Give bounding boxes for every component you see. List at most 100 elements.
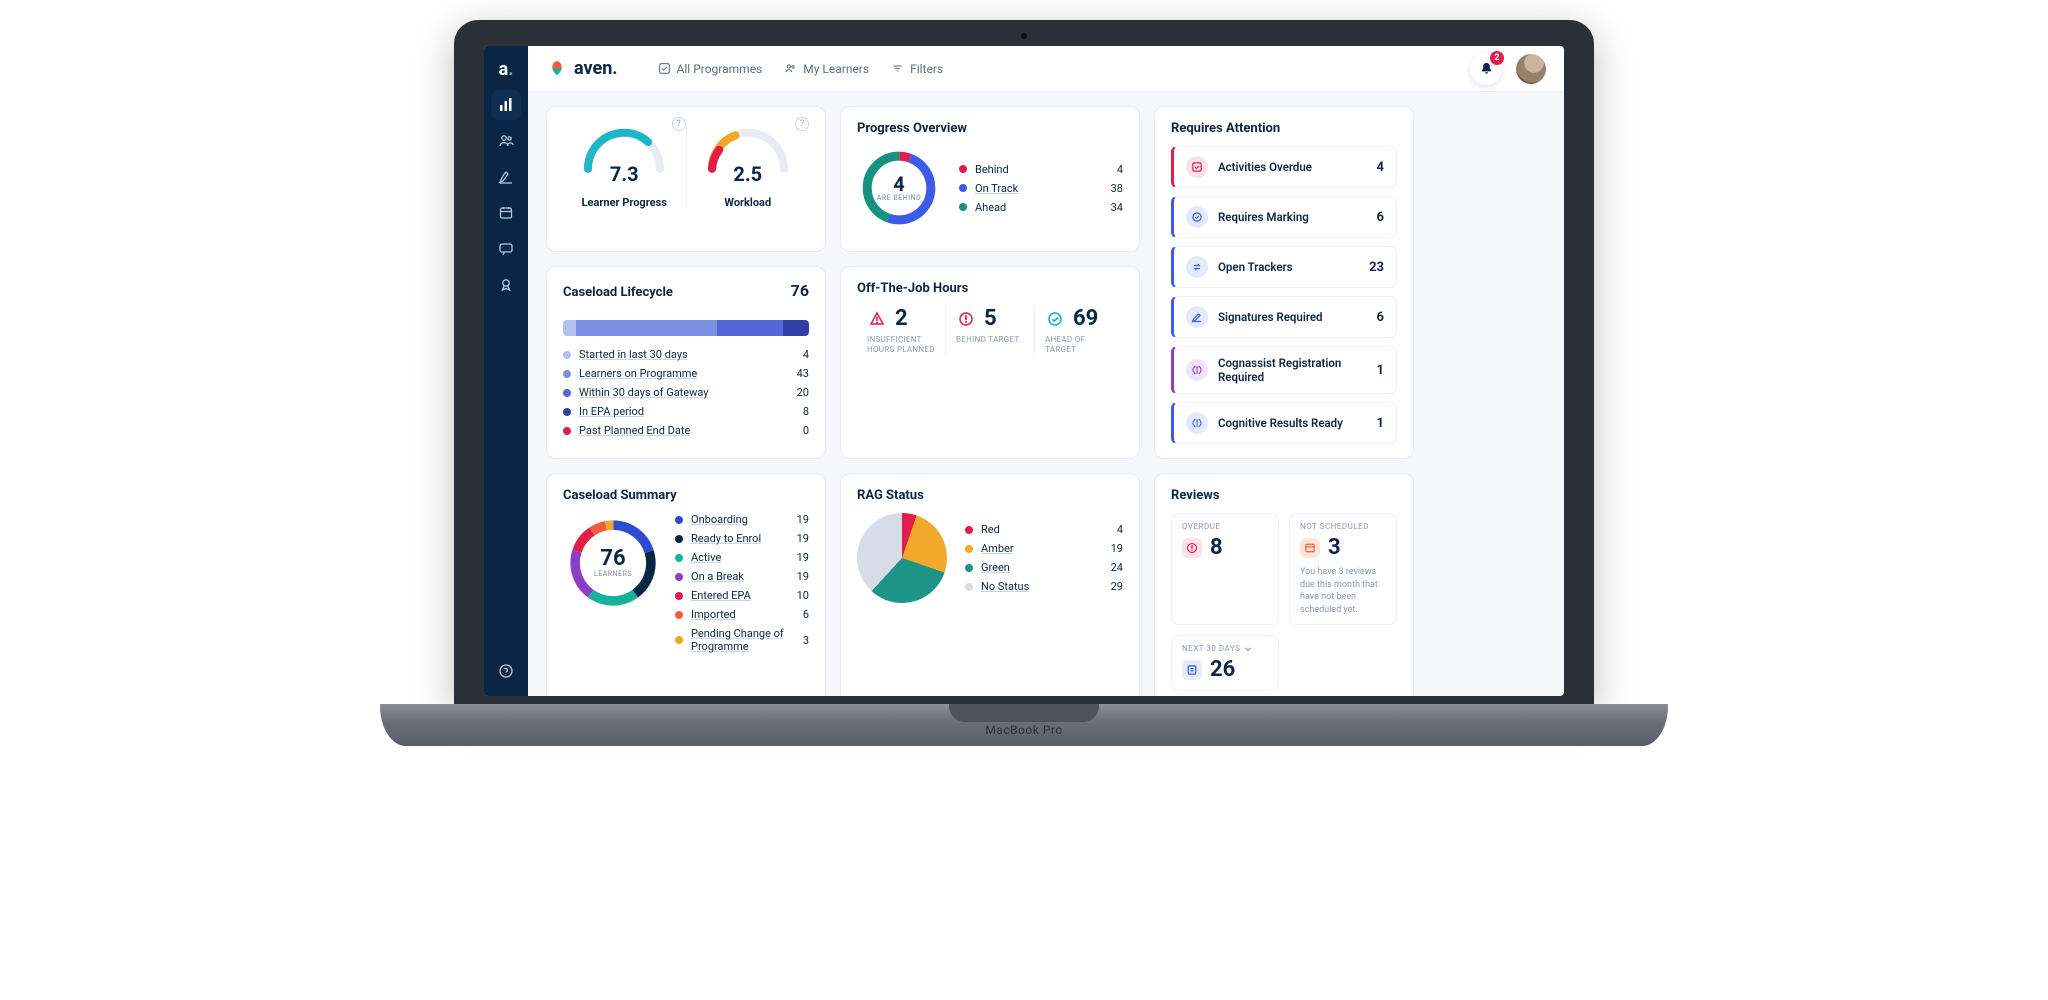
legend-row[interactable]: Amber 19 bbox=[965, 542, 1123, 555]
legend-swatch bbox=[965, 526, 973, 534]
legend-label[interactable]: Amber bbox=[981, 542, 1103, 555]
user-avatar[interactable] bbox=[1516, 54, 1546, 84]
legend-label[interactable]: Pending Change of Programme bbox=[691, 627, 795, 653]
gauge-value: 7.3 bbox=[610, 162, 639, 186]
legend-value: 20 bbox=[797, 386, 809, 399]
attention-item[interactable]: Cognassist Registration Required1 bbox=[1171, 346, 1397, 394]
legend-row[interactable]: Onboarding19 bbox=[675, 513, 809, 526]
attention-count: 6 bbox=[1377, 310, 1384, 325]
legend-label[interactable]: Learners on Programme bbox=[579, 367, 789, 380]
attention-count: 4 bbox=[1377, 160, 1384, 175]
brand-name: aven. bbox=[574, 58, 618, 79]
swap-icon bbox=[1186, 256, 1208, 278]
legend-label: Ahead bbox=[975, 201, 1103, 214]
legend-row[interactable]: Within 30 days of Gateway 20 bbox=[563, 386, 809, 399]
legend-label[interactable]: Within 30 days of Gateway bbox=[579, 386, 789, 399]
legend-label[interactable]: Ready to Enrol bbox=[691, 532, 789, 545]
top-link-all-programmes[interactable]: All Programmes bbox=[658, 62, 763, 76]
nav-calendar-icon[interactable] bbox=[491, 198, 521, 228]
legend-swatch bbox=[959, 184, 967, 192]
legend-row[interactable]: Imported 6 bbox=[675, 608, 809, 621]
card-reviews: Reviews OVERDUE 8 bbox=[1154, 473, 1414, 696]
legend-label[interactable]: Entered EPA bbox=[691, 589, 789, 602]
nav-messages-icon[interactable] bbox=[491, 234, 521, 264]
card-title: Reviews bbox=[1171, 488, 1397, 503]
legend-label: Behind bbox=[975, 163, 1109, 176]
legend-label[interactable]: No Status bbox=[981, 580, 1103, 593]
otj-cell[interactable]: 5BEHIND TARGET bbox=[945, 306, 1034, 356]
nav-awards-icon[interactable] bbox=[491, 270, 521, 300]
legend-row[interactable]: Past Planned End Date0 bbox=[563, 424, 809, 437]
pen-icon bbox=[1186, 306, 1208, 328]
legend-row[interactable]: On a Break19 bbox=[675, 570, 809, 583]
card-title: Caseload Summary bbox=[563, 488, 809, 503]
legend-label[interactable]: Active bbox=[691, 551, 789, 564]
legend-label[interactable]: Green bbox=[981, 561, 1103, 574]
card-title: RAG Status bbox=[857, 488, 1123, 503]
legend-label[interactable]: On a Break bbox=[691, 570, 789, 583]
legend-label[interactable]: Past Planned End Date bbox=[579, 424, 795, 437]
gauge-value: 2.5 bbox=[733, 162, 762, 186]
attention-label: Requires Marking bbox=[1218, 210, 1367, 224]
otj-cell[interactable]: 69AHEAD OF TARGET bbox=[1034, 306, 1123, 356]
lifecycle-stacked-bar bbox=[563, 320, 809, 336]
chevron-down-icon[interactable] bbox=[1244, 645, 1252, 653]
legend-label[interactable]: In EPA period bbox=[579, 405, 795, 418]
otj-cell[interactable]: 2INSUFFICIENT HOURS PLANNED bbox=[857, 306, 945, 356]
sidebar: a. bbox=[484, 46, 528, 696]
attention-item[interactable]: Requires Marking6 bbox=[1171, 196, 1397, 238]
help-icon[interactable]: ? bbox=[795, 117, 809, 131]
top-link-label: Filters bbox=[910, 62, 943, 76]
legend-value: 6 bbox=[803, 608, 809, 621]
legend-row[interactable]: On Track38 bbox=[959, 182, 1123, 195]
reviews-overdue[interactable]: OVERDUE 8 bbox=[1171, 513, 1279, 625]
legend-row[interactable]: In EPA period8 bbox=[563, 405, 809, 418]
reviews-next-30[interactable]: NEXT 30 DAYS 26 bbox=[1171, 635, 1279, 691]
brand-logo[interactable]: aven. bbox=[546, 58, 618, 80]
attention-item[interactable]: Signatures Required6 bbox=[1171, 296, 1397, 338]
legend-row[interactable]: Learners on Programme43 bbox=[563, 367, 809, 380]
card-requires-attention: Requires Attention Activities Overdue4Re… bbox=[1154, 106, 1414, 459]
alert-circle-icon bbox=[956, 309, 976, 329]
reviews-overdue-value: 8 bbox=[1210, 535, 1223, 560]
nav-signatures-icon[interactable] bbox=[491, 162, 521, 192]
attention-item[interactable]: Cognitive Results Ready1 bbox=[1171, 402, 1397, 444]
legend-row[interactable]: No Status29 bbox=[965, 580, 1123, 593]
legend-row[interactable]: Pending Change of Programme3 bbox=[675, 627, 809, 653]
reviews-not-scheduled[interactable]: NOT SCHEDULED 3 You have 3 reviews due t… bbox=[1289, 513, 1397, 625]
donut-center-value: 4 bbox=[893, 174, 904, 194]
legend-value: 19 bbox=[1111, 542, 1123, 555]
notifications-badge: 2 bbox=[1490, 51, 1504, 65]
help-icon[interactable]: ? bbox=[672, 117, 686, 131]
top-link-filters[interactable]: Filters bbox=[891, 62, 943, 76]
gauge-label: Workload bbox=[724, 196, 771, 209]
rag-pie bbox=[857, 513, 947, 603]
card-title: Off-The-Job Hours bbox=[857, 281, 1123, 296]
legend-row[interactable]: Green24 bbox=[965, 561, 1123, 574]
attention-item[interactable]: Activities Overdue4 bbox=[1171, 146, 1397, 188]
gauge-workload: ? 2.5 Workload bbox=[686, 121, 810, 209]
legend-label[interactable]: On Track bbox=[975, 182, 1103, 195]
legend-row[interactable]: Entered EPA10 bbox=[675, 589, 809, 602]
nav-dashboard-icon[interactable] bbox=[491, 90, 521, 120]
otj-value: 69 bbox=[1073, 306, 1098, 331]
laptop-camera bbox=[1021, 33, 1027, 39]
top-link-label: All Programmes bbox=[677, 62, 763, 76]
lifecycle-segment bbox=[783, 320, 809, 336]
nav-learners-icon[interactable] bbox=[491, 126, 521, 156]
attention-item[interactable]: Open Trackers23 bbox=[1171, 246, 1397, 288]
reviews-next30-label: NEXT 30 DAYS bbox=[1182, 644, 1240, 653]
legend-swatch bbox=[675, 573, 683, 581]
legend-row[interactable]: Ready to Enrol19 bbox=[675, 532, 809, 545]
device-label: MacBook Pro bbox=[985, 723, 1062, 737]
legend-row[interactable]: Active19 bbox=[675, 551, 809, 564]
legend-row[interactable]: Started in last 30 days4 bbox=[563, 348, 809, 361]
nav-help-icon[interactable] bbox=[491, 656, 521, 686]
top-link-my-learners[interactable]: My Learners bbox=[784, 62, 869, 76]
otj-value: 5 bbox=[984, 306, 997, 331]
legend-label[interactable]: Imported bbox=[691, 608, 795, 621]
legend-label[interactable]: Onboarding bbox=[691, 513, 789, 526]
notifications-bell-icon[interactable]: 2 bbox=[1470, 53, 1502, 85]
legend-label[interactable]: Started in last 30 days bbox=[579, 348, 795, 361]
app-logo-icon[interactable]: a. bbox=[491, 54, 521, 84]
